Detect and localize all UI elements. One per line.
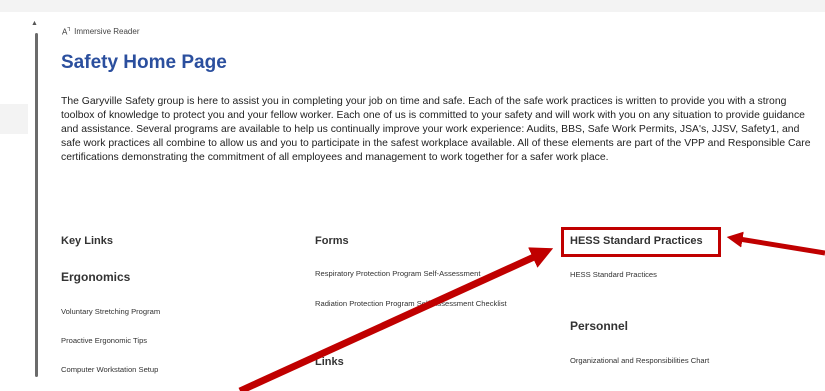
annotation-arrows [238, 231, 825, 391]
annotation-arrow-right [726, 231, 825, 256]
annotation-arrow-diagonal [238, 247, 554, 391]
